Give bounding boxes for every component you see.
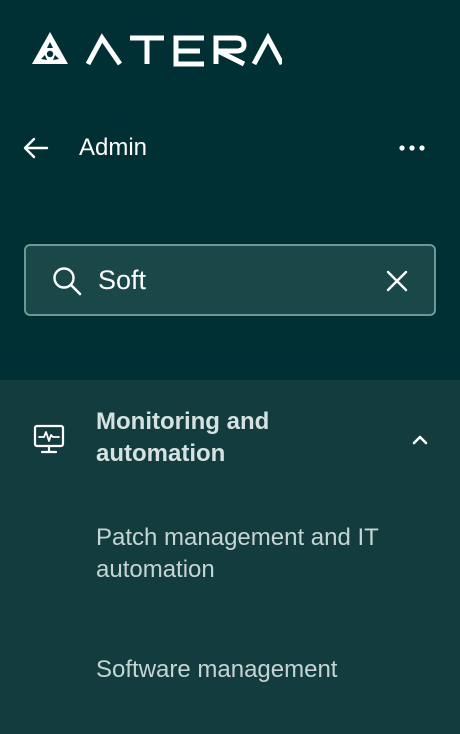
section-monitoring-and-automation[interactable]: Monitoring and automation <box>0 404 460 476</box>
atera-logo-icon <box>32 32 282 67</box>
search-input[interactable] <box>98 260 368 300</box>
search-icon <box>53 267 82 296</box>
back-button[interactable] <box>18 130 54 166</box>
section-title: Monitoring and automation <box>96 408 270 467</box>
menu-panel: Monitoring and automation Patch manageme… <box>0 380 460 734</box>
admin-sidebar: Admin Monitoring and <box>0 0 460 734</box>
search-field[interactable] <box>24 244 436 316</box>
arrow-left-icon <box>23 137 49 159</box>
monitor-icon <box>33 424 65 454</box>
clear-search-button[interactable] <box>380 264 414 298</box>
close-icon <box>386 270 408 292</box>
more-options-button[interactable] <box>390 130 434 166</box>
more-horizontal-icon <box>399 145 425 151</box>
page-title: Admin <box>79 134 148 161</box>
chevron-up-icon[interactable] <box>406 426 434 454</box>
page-header: Admin <box>0 122 460 174</box>
menu-item-software-management[interactable]: Software management <box>96 654 436 686</box>
menu-item-patch-management[interactable]: Patch management and IT automation <box>96 522 436 586</box>
atera-logo[interactable] <box>30 30 282 70</box>
